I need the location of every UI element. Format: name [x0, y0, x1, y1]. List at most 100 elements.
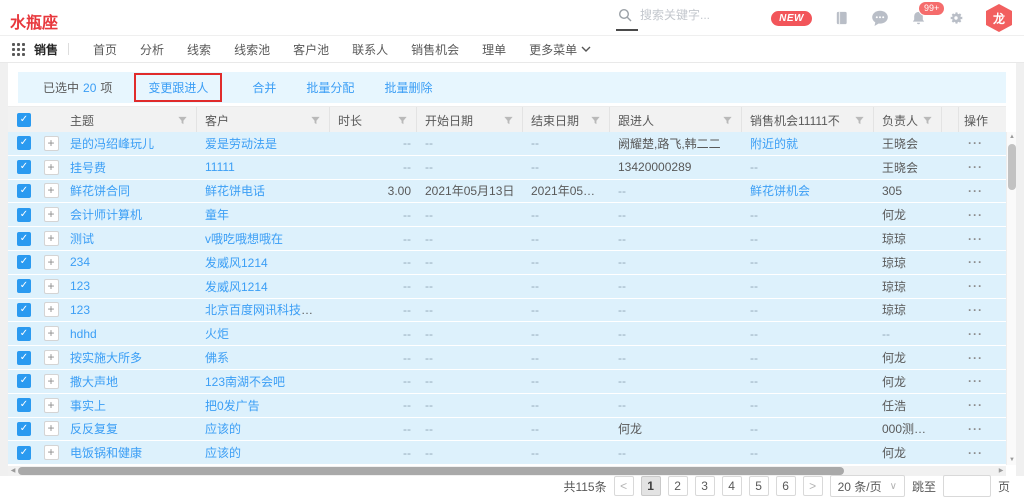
- nav-more-menu[interactable]: 更多菜单: [529, 41, 591, 58]
- expand-row-button[interactable]: +: [44, 350, 59, 365]
- subject-link[interactable]: 测试: [70, 232, 94, 246]
- subject-link[interactable]: 挂号费: [70, 161, 106, 175]
- customer-link[interactable]: 佛系: [205, 351, 229, 365]
- next-page-button[interactable]: >: [803, 476, 823, 496]
- expand-row-button[interactable]: +: [44, 398, 59, 413]
- row-actions-button[interactable]: ···: [964, 255, 983, 269]
- expand-row-button[interactable]: +: [44, 207, 59, 222]
- expand-row-button[interactable]: +: [44, 445, 59, 460]
- page-button-1[interactable]: 1: [641, 476, 661, 496]
- horizontal-scroll-thumb[interactable]: [18, 467, 844, 475]
- opportunity-cell[interactable]: 附近的就: [742, 135, 874, 152]
- row-actions-button[interactable]: ···: [964, 446, 983, 460]
- message-icon[interactable]: [871, 10, 889, 27]
- row-actions-button[interactable]: ···: [964, 303, 983, 317]
- column-header[interactable]: 结束日期: [523, 107, 610, 133]
- page-button-2[interactable]: 2: [668, 476, 688, 496]
- column-header[interactable]: 主题: [62, 107, 197, 133]
- column-header[interactable]: 跟进人: [610, 107, 742, 133]
- bulk-action-button[interactable]: 合并: [252, 79, 276, 96]
- nav-item[interactable]: 联系人: [352, 41, 411, 58]
- vertical-scrollbar[interactable]: ▲ ▼: [1006, 132, 1016, 465]
- subject-link[interactable]: 撒大声地: [70, 375, 118, 389]
- row-actions-button[interactable]: ···: [964, 351, 983, 365]
- filter-icon[interactable]: [397, 115, 408, 126]
- customer-link[interactable]: 发威风1214: [205, 256, 268, 270]
- page-size-select[interactable]: 20 条/页 ∨: [830, 475, 905, 497]
- customer-link[interactable]: 应该的: [205, 446, 241, 460]
- notebook-icon[interactable]: [834, 10, 849, 26]
- nav-item[interactable]: 销售机会: [411, 41, 482, 58]
- filter-icon[interactable]: [854, 115, 865, 126]
- settings-gear-icon[interactable]: [948, 10, 964, 26]
- subject-link[interactable]: 会计师计算机: [70, 208, 142, 222]
- row-actions-button[interactable]: ···: [964, 327, 983, 341]
- jump-page-input[interactable]: [943, 475, 991, 497]
- bulk-action-button[interactable]: 批量分配: [306, 79, 354, 96]
- column-header[interactable]: 时长: [330, 107, 417, 133]
- nav-menu-sales[interactable]: 销售: [34, 41, 58, 58]
- nav-item[interactable]: 理单: [482, 41, 529, 58]
- row-checkbox[interactable]: ✓: [17, 255, 31, 269]
- search-input[interactable]: [640, 8, 780, 22]
- opportunity-cell[interactable]: 鲜花饼机会: [742, 182, 874, 199]
- nav-item[interactable]: 线索: [187, 41, 234, 58]
- row-checkbox[interactable]: ✓: [17, 208, 31, 222]
- subject-link[interactable]: 123: [70, 303, 90, 317]
- row-checkbox[interactable]: ✓: [17, 422, 31, 436]
- user-avatar[interactable]: 龙: [986, 4, 1012, 32]
- page-button-4[interactable]: 4: [722, 476, 742, 496]
- customer-link[interactable]: 发威风1214: [205, 280, 268, 294]
- filter-icon[interactable]: [177, 115, 188, 126]
- subject-link[interactable]: 按实施大所多: [70, 351, 142, 365]
- row-actions-button[interactable]: ···: [964, 374, 983, 388]
- filter-icon[interactable]: [922, 115, 933, 126]
- subject-link[interactable]: 123: [70, 279, 90, 293]
- row-checkbox[interactable]: ✓: [17, 279, 31, 293]
- customer-link[interactable]: 11111: [205, 160, 235, 174]
- expand-row-button[interactable]: +: [44, 421, 59, 436]
- customer-link[interactable]: 把0发广告: [205, 399, 260, 413]
- notifications-button[interactable]: 99+: [911, 10, 926, 26]
- vertical-scroll-thumb[interactable]: [1008, 144, 1016, 190]
- subject-link[interactable]: 反反复复: [70, 422, 118, 436]
- subject-link[interactable]: 是的冯绍峰玩儿: [70, 137, 154, 151]
- subject-link[interactable]: 事实上: [70, 399, 106, 413]
- page-button-3[interactable]: 3: [695, 476, 715, 496]
- row-actions-button[interactable]: ···: [964, 232, 983, 246]
- expand-row-button[interactable]: +: [44, 160, 59, 175]
- nav-item[interactable]: 分析: [140, 41, 187, 58]
- scroll-up-icon[interactable]: ▲: [1007, 132, 1017, 142]
- row-checkbox[interactable]: ✓: [17, 446, 31, 460]
- select-all-checkbox[interactable]: ✓: [17, 113, 31, 127]
- expand-row-button[interactable]: +: [44, 231, 59, 246]
- row-actions-button[interactable]: ···: [964, 136, 983, 150]
- customer-link[interactable]: 火炬: [205, 327, 229, 341]
- filter-icon[interactable]: [590, 115, 601, 126]
- row-checkbox[interactable]: ✓: [17, 184, 31, 198]
- row-checkbox[interactable]: ✓: [17, 398, 31, 412]
- global-search[interactable]: [618, 8, 780, 22]
- scroll-down-icon[interactable]: ▼: [1007, 455, 1017, 465]
- subject-link[interactable]: hdhd: [70, 327, 97, 341]
- column-header[interactable]: 客户: [197, 107, 330, 133]
- subject-link[interactable]: 234: [70, 255, 90, 269]
- column-header[interactable]: 开始日期: [417, 107, 523, 133]
- row-checkbox[interactable]: ✓: [17, 136, 31, 150]
- app-grid-icon[interactable]: [12, 43, 25, 56]
- expand-row-button[interactable]: +: [44, 183, 59, 198]
- row-checkbox[interactable]: ✓: [17, 303, 31, 317]
- nav-item[interactable]: 线索池: [234, 41, 293, 58]
- customer-link[interactable]: 童年: [205, 208, 229, 222]
- subject-link[interactable]: 鲜花饼合同: [70, 184, 130, 198]
- page-button-5[interactable]: 5: [749, 476, 769, 496]
- bulk-action-button[interactable]: 批量删除: [384, 79, 432, 96]
- customer-link[interactable]: 应该的: [205, 422, 241, 436]
- column-header[interactable]: 负责人: [874, 107, 942, 133]
- expand-row-button[interactable]: +: [44, 136, 59, 151]
- customer-link[interactable]: v哦吃哦想哦在: [205, 232, 283, 246]
- scroll-left-icon[interactable]: ◀: [8, 466, 18, 476]
- row-actions-button[interactable]: ···: [964, 184, 983, 198]
- row-checkbox[interactable]: ✓: [17, 327, 31, 341]
- row-checkbox[interactable]: ✓: [17, 351, 31, 365]
